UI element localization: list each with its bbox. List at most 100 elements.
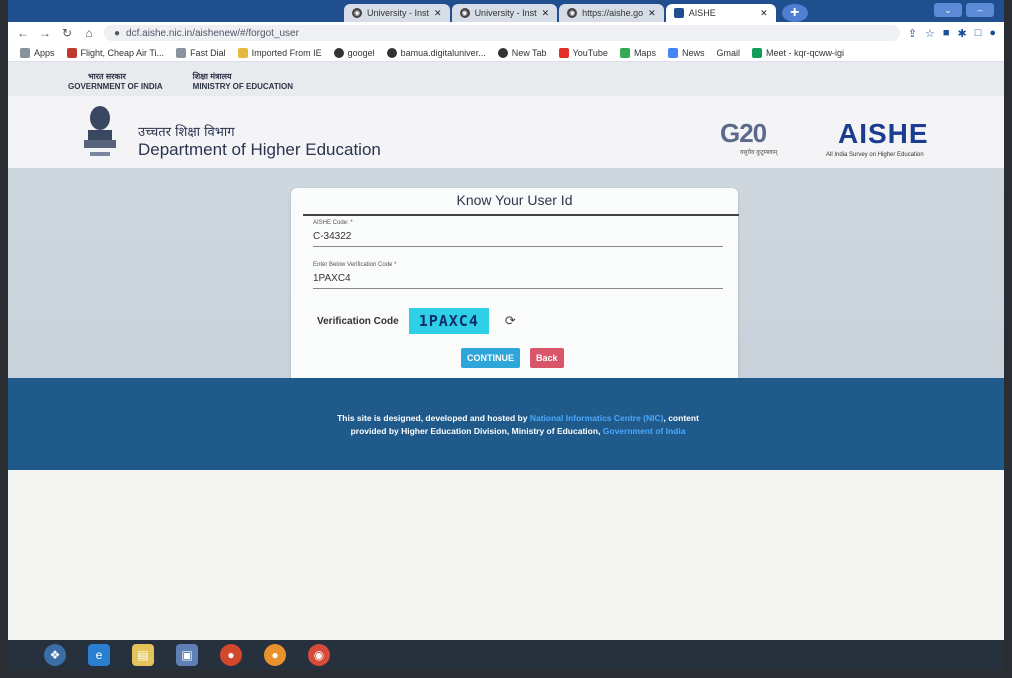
folder-icon <box>237 47 248 58</box>
forward-arrow-icon[interactable]: → <box>38 26 52 40</box>
home-icon[interactable]: ⌂ <box>82 26 96 40</box>
aishe-code-input[interactable] <box>313 227 723 247</box>
globe-icon: ◉ <box>567 8 578 18</box>
site-header: उच्चतर शिक्षा विभाग Department of Higher… <box>8 96 1004 168</box>
browser-tab[interactable]: ◉ https://aishe.go ✕ <box>559 4 664 22</box>
bookmark-item[interactable]: bamua.digitaluniver... <box>386 47 486 58</box>
bookmark-label: Apps <box>34 47 55 58</box>
department-name: Department of Higher Education <box>138 140 381 159</box>
address-bar: ← → ↻ ⌂ ● dcf.aishe.nic.in/aishenew/#/fo… <box>8 22 1004 44</box>
news-icon <box>667 47 678 58</box>
star-icon[interactable]: ☆ <box>925 27 935 40</box>
globe-icon: ◉ <box>459 8 470 18</box>
browser-tabstrip: ◉ University - Inst ✕ ◉ University - Ins… <box>8 0 1004 22</box>
media-icon[interactable]: ● <box>220 644 242 666</box>
bookmark-label: Imported From IE <box>251 47 322 58</box>
national-emblem-icon[interactable] <box>78 104 122 162</box>
bookmark-label: googel <box>347 47 375 58</box>
gov-india-block: भारत सरकार GOVERNMENT OF INDIA <box>68 72 163 96</box>
globe-icon <box>333 47 344 58</box>
share-icon[interactable]: ⇪ <box>908 27 917 40</box>
minimize-icon[interactable]: – <box>966 3 994 17</box>
footer-line1-suffix: , content <box>663 413 699 423</box>
bookmark-item[interactable]: News <box>667 47 705 58</box>
browser-tab-active[interactable]: AISHE ✕ <box>665 4 776 22</box>
bookmark-item[interactable]: New Tab <box>497 47 547 58</box>
ministry-block: शिक्षा मंत्रालय MINISTRY OF EDUCATION <box>193 72 293 96</box>
ministry-hindi-text: शिक्षा मंत्रालय <box>192 72 232 81</box>
bookmark-item[interactable]: Maps <box>619 47 656 58</box>
tab-search-icon[interactable]: ⌄ <box>934 3 962 17</box>
browser-tab[interactable]: ◉ University - Inst ✕ <box>344 4 450 22</box>
bookmark-label: Fast Dial <box>190 47 226 58</box>
tab-label: https://aishe.go <box>582 8 644 18</box>
bookmark-item[interactable]: Flight, Cheap Air Ti... <box>66 47 165 58</box>
bookmark-item[interactable]: Meet - kqr-qcww-igi <box>751 47 844 58</box>
verification-code-input[interactable] <box>313 269 723 289</box>
apps-icon <box>20 47 30 58</box>
bookmark-item[interactable]: Imported From IE <box>237 47 322 58</box>
profile-avatar-icon[interactable]: ● <box>989 27 996 40</box>
close-tab-icon[interactable]: ✕ <box>648 8 656 19</box>
info-icon[interactable]: ● <box>114 28 120 39</box>
close-tab-icon[interactable]: ✕ <box>434 8 442 19</box>
bookmark-item[interactable]: Apps <box>20 47 55 58</box>
bookmark-item[interactable]: YouTube <box>558 47 608 58</box>
verification-input-label: Enter Below Verification Code * <box>313 262 397 268</box>
app-icon[interactable]: ● <box>264 644 286 666</box>
nic-link[interactable]: National Informatics Centre (NIC) <box>530 413 664 423</box>
start-icon[interactable]: ❖ <box>44 644 66 666</box>
aishe-logo[interactable]: AISHE <box>838 118 929 150</box>
reload-icon[interactable]: ↻ <box>60 26 74 40</box>
file-explorer-icon[interactable]: ▤ <box>132 644 154 666</box>
new-tab-icon[interactable]: + <box>781 4 808 22</box>
footer-line2: provided by Higher Education Division, M… <box>350 426 601 436</box>
know-user-id-card: Know Your User Id AISHE Code: * Enter Be… <box>291 188 739 386</box>
tab-label: University - Inst <box>367 8 430 18</box>
url-field[interactable]: ● dcf.aishe.nic.in/aishenew/#/forgot_use… <box>104 25 900 41</box>
screen: ◉ University - Inst ✕ ◉ University - Ins… <box>8 0 1004 670</box>
bookmark-icon <box>66 47 77 58</box>
gov-hindi-text: भारत सरकार <box>88 72 126 81</box>
refresh-captcha-icon[interactable]: ⟳ <box>505 313 516 329</box>
page-blank-area <box>8 470 1004 640</box>
aishe-favicon-icon <box>673 8 684 18</box>
bookmark-label: YouTube <box>572 47 608 58</box>
bookmark-item[interactable]: googel <box>333 47 375 58</box>
bookmark-item[interactable]: Gmail <box>716 48 740 58</box>
goi-link[interactable]: Government of India <box>603 426 686 436</box>
bookmark-label: Flight, Cheap Air Ti... <box>80 47 165 58</box>
g20-logo: G20 <box>720 118 767 149</box>
meet-icon <box>751 47 762 58</box>
globe-icon <box>386 47 397 58</box>
footer-text: This site is designed, developed and hos… <box>298 412 738 438</box>
extension-icon[interactable]: ■ <box>943 27 950 40</box>
globe-icon <box>497 47 508 58</box>
globe-icon: ◉ <box>352 8 362 18</box>
puzzle-icon[interactable]: ✱ <box>957 27 966 40</box>
footer-line1: This site is designed, developed and hos… <box>337 413 528 423</box>
browser-tab[interactable]: ◉ University - Inst ✕ <box>451 4 558 22</box>
card-title: Know Your User Id <box>456 192 573 208</box>
back-button[interactable]: Back <box>530 348 564 368</box>
verification-code-field: Enter Below Verification Code * <box>313 262 723 289</box>
main-content: Know Your User Id AISHE Code: * Enter Be… <box>8 168 1004 386</box>
maps-icon <box>619 47 630 58</box>
bookmark-item[interactable]: Fast Dial <box>176 47 226 58</box>
bookmark-label: Maps <box>633 47 656 58</box>
back-arrow-icon[interactable]: ← <box>16 26 30 40</box>
close-tab-icon[interactable]: ✕ <box>542 8 550 19</box>
department-hindi-name: उच्चतर शिक्षा विभाग <box>138 125 235 140</box>
bookmark-label: News <box>681 47 705 58</box>
continue-button[interactable]: CONTINUE <box>461 348 520 368</box>
chrome-icon[interactable]: ◉ <box>308 644 330 666</box>
media-player-icon[interactable]: ▣ <box>176 644 198 666</box>
sidepanel-icon[interactable]: □ <box>975 27 982 40</box>
bookmark-icon <box>176 47 187 58</box>
government-strip: भारत सरकार GOVERNMENT OF INDIA शिक्षा मं… <box>8 62 1004 96</box>
edge-icon[interactable]: e <box>88 644 110 666</box>
windows-taskbar: ❖ e ▤ ▣ ● ● ◉ <box>8 640 1004 670</box>
close-tab-icon[interactable]: ✕ <box>760 8 768 19</box>
url-text: dcf.aishe.nic.in/aishenew/#/forgot_user <box>126 27 299 39</box>
tab-label: AISHE <box>688 8 716 18</box>
